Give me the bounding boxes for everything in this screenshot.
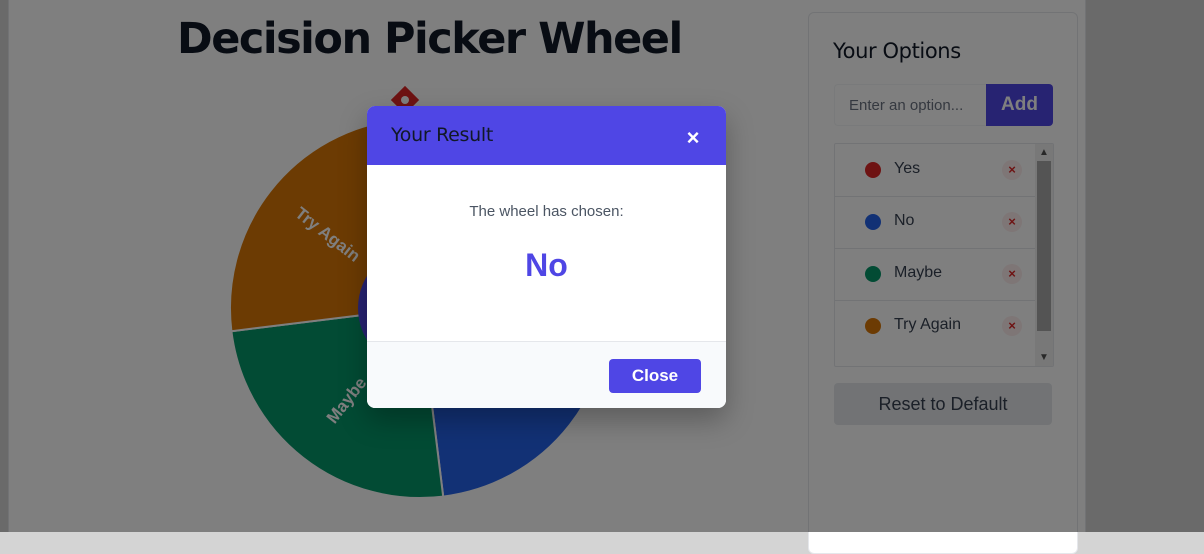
result-value: No [525, 247, 568, 283]
close-button[interactable]: Close [609, 359, 701, 393]
close-icon[interactable]: × [682, 127, 704, 149]
modal-title: Your Result [391, 124, 494, 146]
result-modal: Your Result × The wheel has chosen: No C… [367, 106, 726, 408]
modal-footer: Close [367, 341, 726, 408]
modal-header: Your Result × [367, 106, 726, 165]
result-message: The wheel has chosen: [469, 203, 624, 220]
